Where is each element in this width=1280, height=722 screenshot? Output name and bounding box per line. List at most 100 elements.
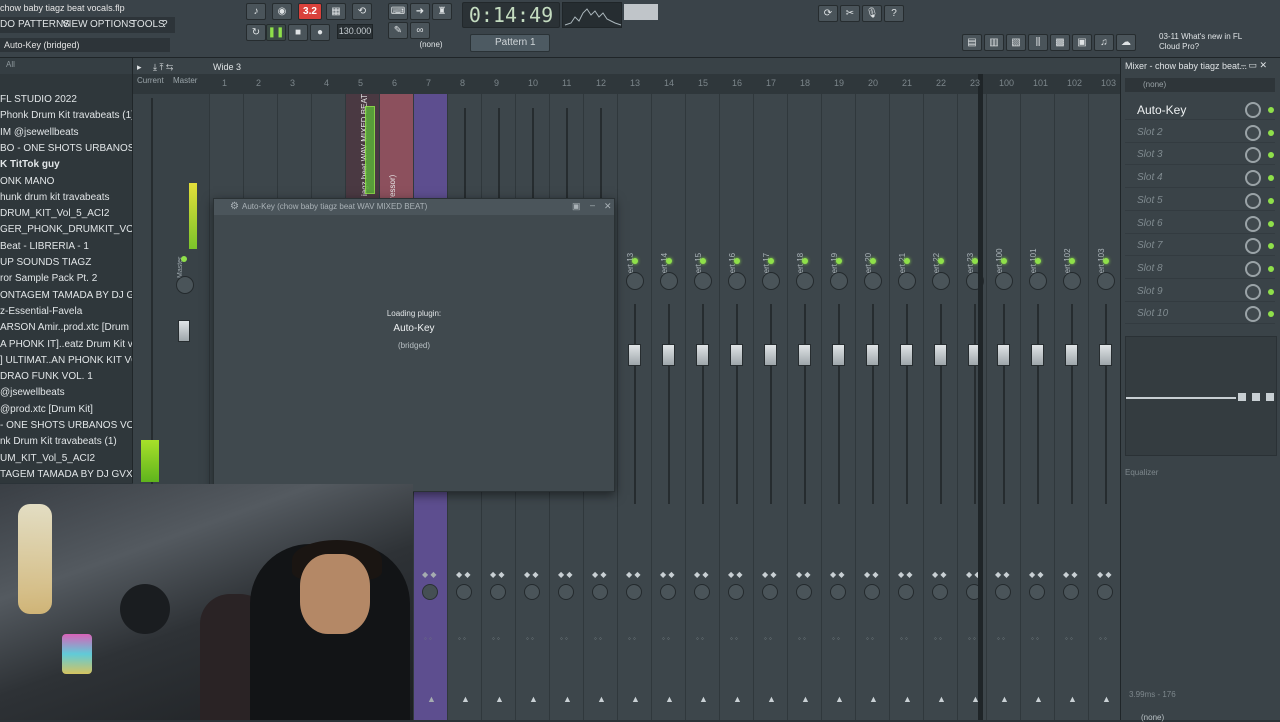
eq-handle[interactable] (1238, 393, 1246, 401)
channel-rack-icon[interactable]: ▧ (1006, 34, 1026, 51)
mix-knob[interactable] (1245, 102, 1261, 118)
route-up-icon[interactable]: ▲ (767, 694, 776, 704)
mixer-strip[interactable]: Insert 18 ◆ ◆ ◦ ◦ ▲ (787, 94, 821, 720)
gear-icon[interactable]: ⚙ (230, 201, 239, 212)
volume-fader[interactable] (730, 344, 743, 366)
browser-item[interactable]: @jsewellbeats (0, 385, 132, 401)
browser-item[interactable]: z-Essential-Favela (0, 304, 132, 320)
mix-knob[interactable] (1245, 215, 1261, 232)
mix-knob[interactable] (1245, 306, 1261, 323)
sidechain-dots-icon[interactable]: ◦ ◦ (934, 634, 942, 643)
mixer-strip[interactable]: Insert 102 ◆ ◆ ◦ ◦ ▲ (1054, 94, 1088, 720)
route-up-icon[interactable]: ▲ (801, 694, 810, 704)
effect-slot[interactable]: Slot 7 (1125, 236, 1275, 257)
volume-fader[interactable] (798, 344, 811, 366)
master-led[interactable] (181, 256, 187, 262)
slot-led[interactable] (1268, 129, 1274, 136)
route-arrows-icon[interactable]: ◆ ◆ (728, 570, 743, 579)
volume-fader[interactable] (1065, 344, 1078, 366)
arrow-icon[interactable]: ➜ (410, 3, 430, 20)
menu-help[interactable]: ? (162, 19, 168, 30)
sidechain-dots-icon[interactable]: ◦ ◦ (492, 634, 500, 643)
sidechain-dots-icon[interactable]: ◦ ◦ (764, 634, 772, 643)
mute-led[interactable] (836, 258, 842, 264)
record-button[interactable]: ● (310, 24, 330, 41)
mixer-strip[interactable]: Insert 21 ◆ ◆ ◦ ◦ ▲ (889, 94, 923, 720)
mute-led[interactable] (1035, 258, 1041, 264)
send-knob[interactable] (524, 584, 540, 600)
browser-item[interactable]: IM @jsewellbeats (0, 125, 132, 141)
effect-slot[interactable]: Slot 2 (1125, 123, 1275, 143)
mix-knob[interactable] (1245, 238, 1261, 255)
send-knob[interactable] (830, 584, 846, 600)
wand-icon[interactable]: ✎ (388, 22, 408, 39)
sidechain-dots-icon[interactable]: ◦ ◦ (696, 634, 704, 643)
browser-item[interactable]: FL STUDIO 2022 (0, 92, 132, 108)
browser-item[interactable]: ror Sample Pack Pt. 2 (0, 271, 132, 287)
plugin-title[interactable]: Auto-Key (chow baby tiagz beat WAV MIXED… (214, 199, 614, 215)
effect-slot[interactable]: Slot 6 (1125, 214, 1275, 234)
send-knob[interactable] (1097, 584, 1113, 600)
route-up-icon[interactable]: ▲ (529, 694, 538, 704)
send-knob[interactable] (796, 584, 812, 600)
pan-knob[interactable] (728, 272, 746, 290)
mute-led[interactable] (870, 258, 876, 264)
send-knob[interactable] (1063, 584, 1079, 600)
send-knob[interactable] (762, 584, 778, 600)
route-arrows-icon[interactable]: ◆ ◆ (1029, 570, 1044, 579)
volume-fader[interactable] (934, 344, 947, 366)
send-knob[interactable] (898, 584, 914, 600)
route-up-icon[interactable]: ▲ (597, 694, 606, 704)
sidechain-dots-icon[interactable]: ◦ ◦ (560, 634, 568, 643)
pattern-counter[interactable]: 3.2 (298, 3, 322, 20)
send-knob[interactable] (995, 584, 1011, 600)
route-up-icon[interactable]: ▲ (903, 694, 912, 704)
browser-item[interactable]: UM_KIT_Vol_5_ACI2 (0, 451, 132, 467)
master-fader[interactable] (178, 320, 190, 342)
slot-led[interactable] (1268, 152, 1274, 159)
send-knob[interactable] (660, 584, 676, 600)
mute-led[interactable] (700, 258, 706, 264)
mixer-strip[interactable]: Insert 20 ◆ ◆ ◦ ◦ ▲ (855, 94, 889, 720)
keyboard-icon[interactable]: ⌨ (388, 3, 408, 20)
pan-knob[interactable] (864, 272, 882, 290)
sidechain-dots-icon[interactable]: ◦ ◦ (798, 634, 806, 643)
route-arrows-icon[interactable]: ◆ ◆ (456, 570, 471, 579)
pan-knob[interactable] (830, 272, 848, 290)
volume-fader[interactable] (1099, 344, 1112, 366)
pan-knob[interactable] (898, 272, 916, 290)
slot-led[interactable] (1268, 175, 1274, 182)
effect-slot[interactable]: Slot 5 (1125, 191, 1275, 211)
route-up-icon[interactable]: ▲ (563, 694, 572, 704)
volume-fader[interactable] (866, 344, 879, 366)
effect-slot[interactable]: Slot 4 (1125, 168, 1275, 189)
sidechain-dots-icon[interactable]: ◦ ◦ (458, 634, 466, 643)
eq-handle[interactable] (1252, 393, 1260, 401)
rec-icon[interactable]: ◉ (272, 3, 292, 20)
plugin-window[interactable]: Auto-Key (chow baby tiagz beat WAV MIXED… (213, 198, 615, 492)
route-up-icon[interactable]: ▲ (495, 694, 504, 704)
mix-knob[interactable] (1245, 260, 1261, 277)
eq-handle[interactable] (1266, 393, 1274, 401)
route-arrows-icon[interactable]: ◆ ◆ (762, 570, 777, 579)
minimize-icon[interactable]: – (590, 200, 595, 210)
volume-fader[interactable] (1031, 344, 1044, 366)
help-icon[interactable]: ? (884, 5, 904, 22)
route-up-icon[interactable]: ▲ (1034, 694, 1043, 704)
effect-slot[interactable]: Slot 9 (1125, 282, 1275, 302)
mixer-strip[interactable]: Insert 15 ◆ ◆ ◦ ◦ ▲ (685, 94, 719, 720)
browser-icon[interactable]: ▣ (1072, 34, 1092, 51)
slot-led[interactable] (1268, 107, 1274, 113)
browser-item[interactable]: - ONE SHOTS URBANOS VOL. 2 (0, 418, 132, 434)
send-knob[interactable] (456, 584, 472, 600)
tempo-icon[interactable]: ♫ (1094, 34, 1114, 51)
pan-knob[interactable] (796, 272, 814, 290)
pan-knob[interactable] (932, 272, 950, 290)
route-arrows-icon[interactable]: ◆ ◆ (660, 570, 675, 579)
route-up-icon[interactable]: ▲ (631, 694, 640, 704)
route-arrows-icon[interactable]: ◆ ◆ (592, 570, 607, 579)
route-up-icon[interactable]: ▲ (835, 694, 844, 704)
sidechain-dots-icon[interactable]: ◦ ◦ (424, 634, 432, 643)
pause-button[interactable]: ❚❚ (266, 24, 286, 41)
tempo-display[interactable]: 130.000 (337, 24, 373, 39)
